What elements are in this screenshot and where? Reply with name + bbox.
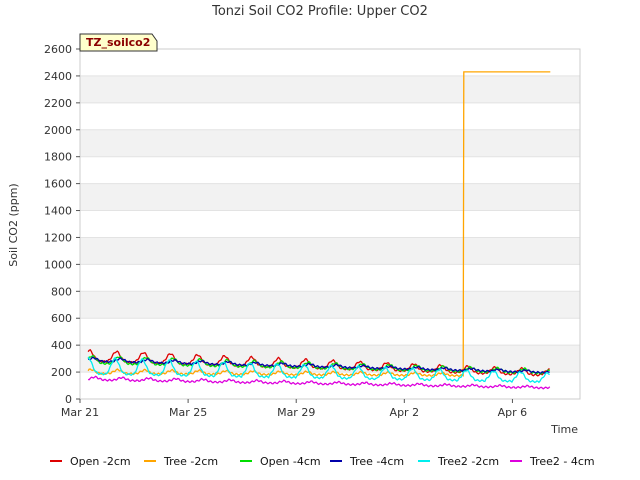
y-axis: 0 200 400 600 800 1000 1200 1400 1600 1800 2000 220…: [44, 43, 80, 406]
y-tick-label: 1600: [44, 178, 72, 191]
grid-band: [80, 345, 580, 373]
y-tick-label: 2200: [44, 97, 72, 110]
site-tag: TZ_soilco2: [79, 33, 158, 52]
grid-band: [80, 75, 580, 103]
y-tick-label: 400: [51, 339, 72, 352]
y-tick-label: 2600: [44, 43, 72, 56]
x-tick-label: Apr 2: [390, 406, 420, 419]
series-layer: [87, 71, 551, 390]
grid-band: [80, 291, 580, 319]
grid-band: [80, 237, 580, 265]
x-axis: Mar 21 Mar 25 Mar 29 Apr 2 Apr 6: [61, 399, 527, 419]
y-tick-label: 800: [51, 285, 72, 298]
legend-label: Open -4cm: [260, 455, 321, 468]
legend-label: Open -2cm: [70, 455, 131, 468]
legend-label: Tree2 -2cm: [437, 455, 499, 468]
chart-title: Tonzi Soil CO2 Profile: Upper CO2: [211, 4, 428, 19]
chart: 0 200 400 600 800 1000 1200 1400 1600 1800 2000 220…: [7, 4, 595, 468]
y-tick-label: 1800: [44, 151, 72, 164]
legend-label: Tree -2cm: [163, 455, 218, 468]
x-tick-label: Mar 21: [61, 406, 99, 419]
grid-bands: [80, 75, 580, 373]
x-axis-label: Time: [550, 423, 578, 436]
series-line-tree-2cm: [87, 71, 551, 378]
legend-label: Tree -4cm: [349, 455, 404, 468]
y-tick-label: 2400: [44, 70, 72, 83]
y-tick-label: 0: [65, 393, 72, 406]
site-tag-text: TZ_soilco2: [86, 36, 150, 49]
y-axis-label: Soil CO2 (ppm): [7, 183, 20, 266]
grid-band: [80, 183, 580, 211]
x-tick-label: Mar 29: [277, 406, 315, 419]
y-tick-label: 1400: [44, 205, 72, 218]
x-tick-label: Mar 25: [169, 406, 207, 419]
x-tick-label: Apr 6: [498, 406, 528, 419]
y-tick-label: 200: [51, 366, 72, 379]
y-tick-label: 2000: [44, 124, 72, 137]
grid-band: [80, 129, 580, 157]
legend: Open -2cm Tree -2cm Open -4cm Tree -4cm Tree…: [50, 455, 595, 468]
y-tick-label: 600: [51, 312, 72, 325]
y-tick-label: 1200: [44, 231, 72, 244]
legend-label: Tree2 - 4cm: [529, 455, 595, 468]
y-tick-label: 1000: [44, 258, 72, 271]
